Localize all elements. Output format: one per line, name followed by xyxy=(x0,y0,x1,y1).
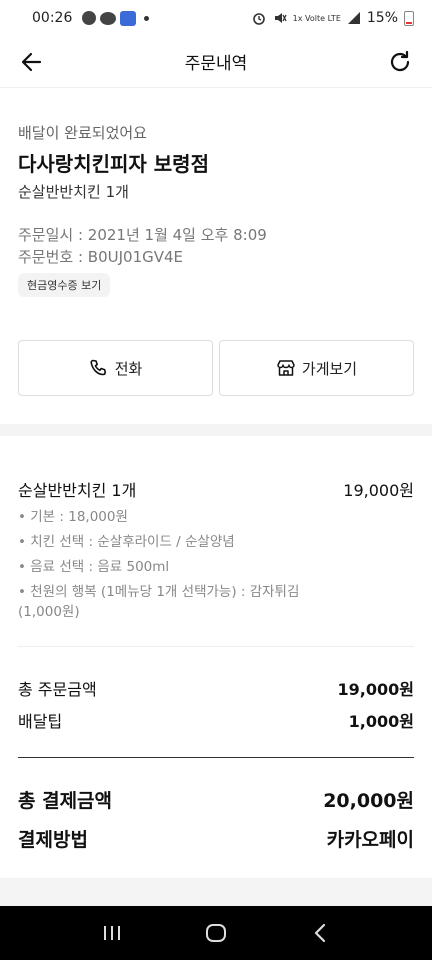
back-button[interactable] xyxy=(308,921,332,945)
store-view-label: 가게보기 xyxy=(301,359,358,378)
order-total-row: 총 주문금액 19,000원 xyxy=(18,676,414,700)
payment-method-label: 결제방법 xyxy=(18,829,88,851)
store-name: 다사랑치킨피자 보령점 xyxy=(18,152,209,176)
recent-apps-icon xyxy=(104,926,120,940)
chat-notification-icon xyxy=(100,11,117,25)
alarm-icon xyxy=(252,13,265,25)
order-date: 주문일시 : 2021년 1월 4일 오후 8:09 xyxy=(18,226,267,244)
page-title: 주문내역 xyxy=(184,54,248,74)
option-line: • 음료 선택 : 음료 500ml xyxy=(18,559,170,575)
more-notifications-icon xyxy=(144,15,150,21)
call-label: 전화 xyxy=(114,359,143,378)
status-right: 1x Volte LTE 15% xyxy=(251,10,414,26)
status-time: 00:26 xyxy=(32,10,73,26)
store-icon xyxy=(277,360,295,376)
home-icon xyxy=(206,924,226,942)
notification-icons xyxy=(82,10,150,26)
delivery-tip-label: 배달팁 xyxy=(18,712,63,731)
option-line: • 기본 : 18,000원 xyxy=(18,509,128,525)
phone-icon xyxy=(90,359,106,376)
store-view-button[interactable]: 가게보기 xyxy=(219,340,414,396)
delivery-tip-row: 배달팁 1,000원 xyxy=(18,708,414,732)
system-nav-bar xyxy=(0,906,432,960)
bottom-divider xyxy=(0,878,432,906)
section-divider xyxy=(0,424,432,436)
option-line: • 치킨 선택 : 순살후라이드 / 순살양념 xyxy=(18,534,235,550)
app-notification-icon xyxy=(120,10,137,26)
option-line: • 천원의 행복 (1메뉴당 1개 선택가능) : 감자튀김 xyxy=(18,584,300,600)
home-button[interactable] xyxy=(204,921,228,945)
back-arrow-icon[interactable] xyxy=(18,48,46,76)
delivery-status: 배달이 완료되었어요 xyxy=(18,124,147,142)
option-line: (1,000원) xyxy=(18,604,80,620)
order-total-label: 총 주문금액 xyxy=(18,680,97,699)
total-divider xyxy=(18,757,414,758)
recent-apps-button[interactable] xyxy=(100,921,124,945)
network-type: 1x Volte LTE xyxy=(292,13,341,23)
menu-summary: 순살반반치킨 1개 xyxy=(18,183,129,201)
item-options: • 기본 : 18,000원 • 치킨 선택 : 순살후라이드 / 순살양념 •… xyxy=(18,505,348,622)
media-notification-icon xyxy=(82,11,97,25)
chevron-left-icon xyxy=(314,923,326,943)
battery-icon xyxy=(404,10,414,26)
item-name: 순살반반치킨 1개 xyxy=(18,481,137,500)
payment-total-value: 20,000원 xyxy=(323,790,414,812)
refresh-icon[interactable] xyxy=(386,48,414,76)
call-button[interactable]: 전화 xyxy=(18,340,213,396)
app-header: 주문내역 xyxy=(0,36,432,88)
payment-total-row: 총 결제금액 20,000원 xyxy=(18,786,414,813)
order-number: 주문번호 : B0UJ01GV4E xyxy=(18,248,184,266)
action-buttons: 전화 가게보기 xyxy=(18,340,414,396)
mute-icon xyxy=(274,13,287,23)
signal-icon xyxy=(347,12,360,24)
status-bar: 00:26 1x Volte LTE 15% xyxy=(0,0,432,36)
payment-method-value: 카카오페이 xyxy=(326,829,414,851)
item-price: 19,000원 xyxy=(343,481,414,500)
order-total-value: 19,000원 xyxy=(337,680,414,699)
payment-total-label: 총 결제금액 xyxy=(18,790,113,812)
cash-receipt-button[interactable]: 현금영수증 보기 xyxy=(18,273,111,297)
battery-percent: 15% xyxy=(366,10,398,26)
payment-method-row: 결제방법 카카오페이 xyxy=(18,825,414,852)
delivery-tip-value: 1,000원 xyxy=(348,712,414,731)
item-divider xyxy=(18,646,414,647)
